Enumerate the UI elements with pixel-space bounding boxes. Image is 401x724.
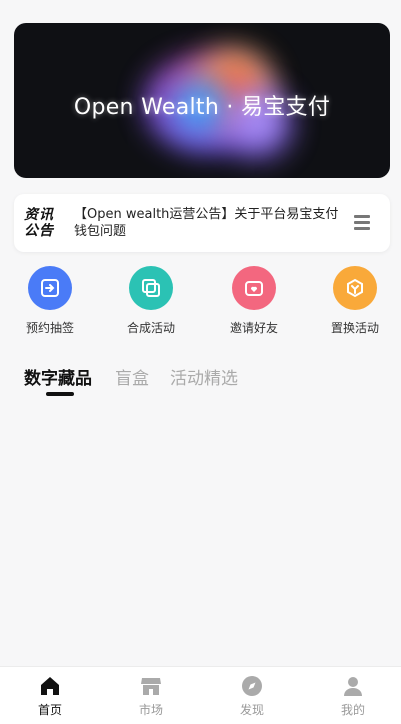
action-label: 邀请好友	[229, 321, 278, 335]
action-label: 预约抽签	[25, 321, 74, 335]
nav-label: 首页	[37, 703, 62, 717]
action-compose[interactable]: 合成活动	[116, 266, 186, 336]
action-label: 置换活动	[330, 321, 379, 335]
store-icon	[121, 673, 181, 699]
announcement-logo-line2: 公告	[24, 223, 54, 239]
tab-blind-box[interactable]: 盲盒	[115, 364, 149, 389]
invite-icon	[232, 266, 276, 310]
nav-discover[interactable]: 发现	[222, 673, 282, 718]
announcement-text[interactable]: 【Open wealth运营公告】关于平台易宝支付钱包问题	[74, 206, 339, 240]
hero-banner[interactable]: Open Wealth · 易宝支付	[14, 23, 390, 178]
compass-icon	[222, 673, 282, 699]
action-exchange[interactable]: 置换活动	[320, 266, 390, 336]
active-tab-indicator	[46, 392, 74, 396]
quick-actions: 预约抽签 合成活动 邀请好友 置换活动	[0, 266, 401, 341]
tab-digital-collectibles[interactable]: 数字藏品	[24, 364, 92, 389]
nav-market[interactable]: 市场	[121, 673, 181, 718]
announcement-logo-line1: 资讯	[24, 207, 54, 223]
home-icon	[20, 673, 80, 699]
announcement-logo: 资讯 公告	[24, 207, 60, 239]
user-icon	[323, 673, 383, 699]
tab-featured-activities[interactable]: 活动精选	[170, 364, 238, 389]
compose-icon	[129, 266, 173, 310]
action-reserve-lottery[interactable]: 预约抽签	[15, 266, 85, 336]
nav-label: 我的	[340, 703, 365, 717]
announcement-bar[interactable]: 资讯 公告 【Open wealth运营公告】关于平台易宝支付钱包问题	[14, 194, 390, 252]
nav-label: 市场	[138, 703, 163, 717]
action-label: 合成活动	[126, 321, 175, 335]
bottom-navigation: 首页 市场 发现 我的	[0, 666, 401, 724]
banner-title: Open Wealth · 易宝支付	[73, 95, 331, 120]
nav-home[interactable]: 首页	[20, 673, 80, 718]
nav-profile[interactable]: 我的	[323, 673, 383, 718]
menu-icon[interactable]	[354, 215, 370, 230]
nav-label: 发现	[239, 703, 264, 717]
exchange-icon	[333, 266, 377, 310]
action-invite[interactable]: 邀请好友	[219, 266, 289, 336]
reserve-icon	[28, 266, 72, 310]
